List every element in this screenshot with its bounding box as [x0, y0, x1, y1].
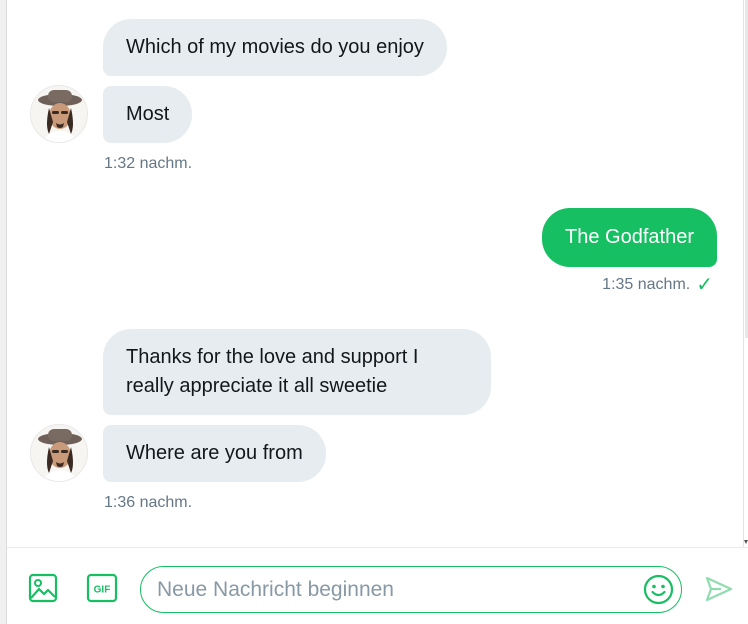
message-bubble-outgoing[interactable]: The Godfather	[542, 208, 717, 267]
gif-icon[interactable]: GIF	[86, 572, 118, 604]
avatar-image	[31, 425, 87, 481]
window-left-edge	[0, 0, 7, 624]
emoji-icon[interactable]	[642, 573, 675, 606]
image-icon[interactable]	[27, 572, 59, 604]
message-timestamp: 1:32 nachm.	[104, 155, 193, 172]
message-bubble-incoming[interactable]: Where are you from	[103, 425, 326, 482]
message-bubble-incoming[interactable]: Thanks for the love and support I really…	[103, 329, 491, 415]
message-composer: GIF	[7, 548, 748, 624]
message-text: Which of my movies do you enjoy	[126, 36, 424, 58]
avatar[interactable]	[30, 85, 88, 143]
message-list: Which of my movies do you enjoy Most 1:3…	[7, 0, 743, 548]
scroll-down-arrow[interactable]	[744, 540, 748, 544]
gif-label: GIF	[94, 585, 111, 596]
message-input-container[interactable]	[140, 566, 682, 613]
avatar-image	[31, 86, 87, 142]
message-text: Thanks for the love and support I really…	[126, 346, 419, 397]
send-icon[interactable]	[703, 573, 735, 605]
message-input[interactable]	[157, 577, 627, 602]
scrollbar[interactable]	[743, 0, 748, 548]
message-text: Where are you from	[126, 442, 303, 464]
message-status: 1:35 nachm. ✓	[602, 274, 713, 296]
message-timestamp: 1:35 nachm.	[602, 276, 691, 293]
message-timestamp: 1:36 nachm.	[104, 494, 193, 511]
check-icon: ✓	[696, 274, 713, 296]
message-bubble-incoming[interactable]: Most	[103, 86, 193, 143]
message-text: Most	[126, 103, 170, 125]
message-text: The Godfather	[565, 226, 694, 248]
message-bubble-incoming[interactable]: Which of my movies do you enjoy	[103, 19, 447, 76]
avatar[interactable]	[30, 424, 88, 482]
